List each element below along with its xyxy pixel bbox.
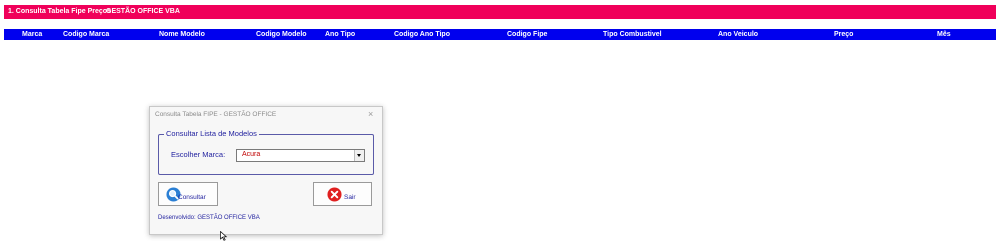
marca-select-value: Acura	[242, 151, 261, 158]
column-header-ano-tipo: Ano Tipo	[325, 31, 356, 38]
modelos-groupbox: Consultar Lista de Modelos Escolher Marc…	[158, 129, 374, 175]
developer-credit: Desenvolvido: GESTÃO OFFICE VBA	[158, 215, 260, 221]
column-header-codigo-marca: Codigo Marca	[63, 31, 110, 38]
column-header-tipo-combustivel: Tipo Combustivel	[603, 31, 662, 38]
sheet-title-bar: 1. Consulta Tabela Fipe Preços GESTÃO OF…	[4, 5, 996, 19]
close-circle-icon	[327, 187, 342, 202]
dialog-title: Consulta Tabela FIPE - GESTÃO OFFICE	[155, 111, 277, 118]
table-header-row: Marca Codigo Marca Nome Modelo Codigo Mo…	[4, 29, 996, 40]
sair-label: Sair	[344, 194, 356, 201]
sheet-title: 1. Consulta Tabela Fipe Preços	[8, 8, 111, 15]
consulta-fipe-dialog: Consulta Tabela FIPE - GESTÃO OFFICE × C…	[149, 106, 383, 235]
consultar-button[interactable]: Consultar	[158, 182, 218, 206]
column-header-nome-modelo: Nome Modelo	[159, 31, 205, 38]
marca-label: Escolher Marca:	[171, 150, 226, 159]
column-header-codigo-fipe: Codigo Fipe	[507, 31, 548, 38]
consultar-label: Consultar	[178, 194, 206, 201]
sair-button[interactable]: Sair	[313, 182, 372, 206]
column-header-codigo-ano-tipo: Codigo Ano Tipo	[394, 31, 450, 38]
close-icon[interactable]: ×	[368, 109, 373, 119]
column-header-preco: Preço	[834, 31, 854, 38]
column-header-ano-veiculo: Ano Veiculo	[718, 31, 759, 38]
marca-select[interactable]: Acura	[236, 149, 365, 162]
column-header-marca: Marca	[22, 31, 43, 38]
group-title: Consultar Lista de Modelos	[164, 129, 259, 138]
column-header-codigo-modelo: Codigo Modelo	[256, 31, 307, 38]
column-header-mes: Mês	[937, 31, 951, 38]
brand-title: GESTÃO OFFICE VBA	[106, 8, 180, 15]
chevron-down-icon[interactable]	[354, 150, 364, 161]
